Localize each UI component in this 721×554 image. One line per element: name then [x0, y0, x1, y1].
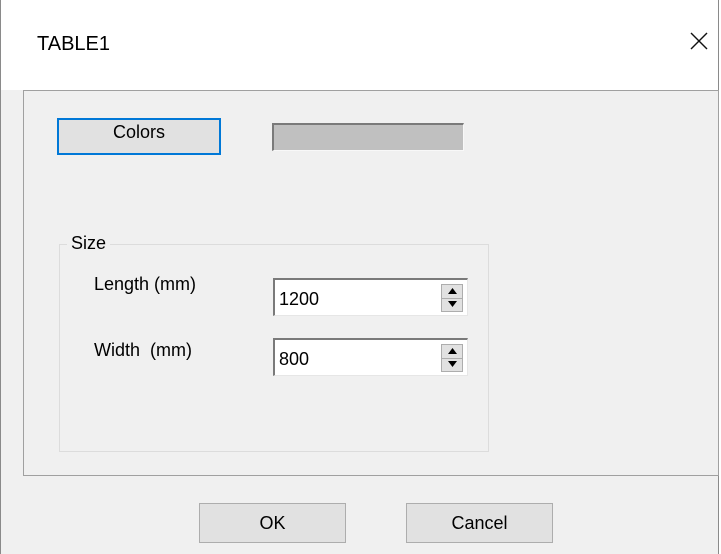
window-title: TABLE1 — [37, 33, 110, 55]
width-spin-buttons — [441, 344, 463, 372]
width-spin-down-button[interactable] — [442, 358, 462, 371]
content-panel: Colors Size Length (mm) Width (mm) — [23, 90, 719, 476]
close-button[interactable] — [678, 20, 718, 70]
ok-button[interactable]: OK — [199, 503, 346, 543]
arrow-up-icon — [448, 348, 457, 354]
arrow-up-icon — [448, 288, 457, 294]
cancel-button[interactable]: Cancel — [406, 503, 553, 543]
width-spin-up-button[interactable] — [442, 345, 462, 359]
size-group-label: Size — [67, 233, 111, 254]
arrow-down-icon — [448, 301, 457, 307]
width-spinbox[interactable] — [273, 338, 468, 376]
color-swatch — [272, 123, 464, 151]
width-label: Width (mm) — [94, 340, 192, 360]
colors-button[interactable]: Colors — [57, 118, 221, 155]
length-spinbox[interactable] — [273, 278, 468, 316]
table1-dialog: TABLE1 Colors Size Length (mm) 1200 Widt… — [0, 0, 719, 554]
length-spin-down-button[interactable] — [442, 298, 462, 311]
length-input[interactable] — [279, 288, 424, 310]
colors-button-label: Colors — [112, 122, 165, 142]
title-bar: TABLE1 — [1, 0, 718, 90]
length-spin-buttons — [441, 284, 463, 312]
arrow-down-icon — [448, 361, 457, 367]
width-input[interactable] — [279, 348, 424, 370]
close-icon — [690, 32, 708, 50]
length-spin-up-button[interactable] — [442, 285, 462, 299]
length-label: Length (mm) — [94, 274, 197, 294]
